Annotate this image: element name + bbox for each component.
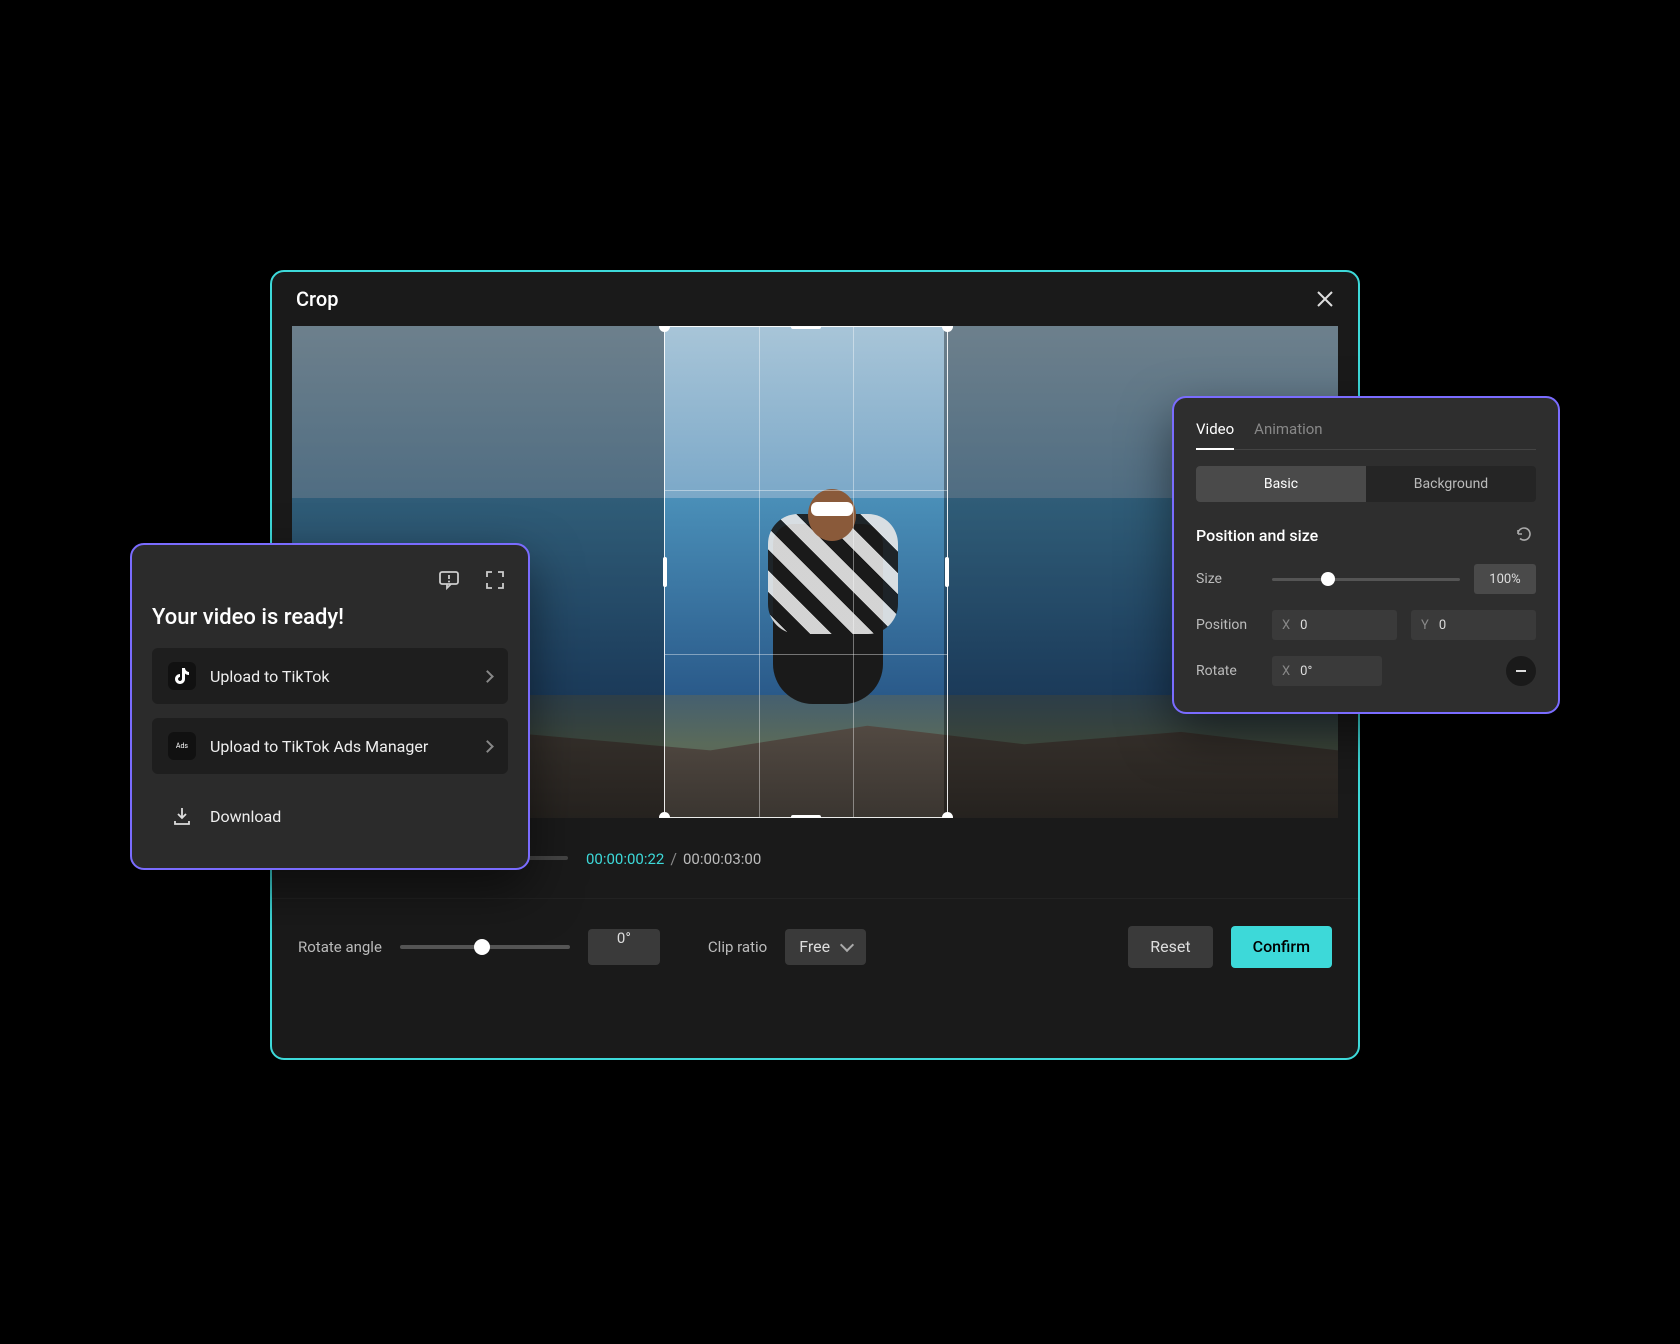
option-label: Download — [210, 807, 492, 826]
crop-edge-top[interactable] — [791, 326, 821, 329]
video-ready-panel: Your video is ready! Upload to TikTok Ad… — [130, 543, 530, 870]
crop-edge-left[interactable] — [663, 557, 667, 587]
upload-tiktok-option[interactable]: Upload to TikTok — [152, 648, 508, 704]
expand-button[interactable] — [482, 567, 508, 593]
chevron-right-icon — [481, 670, 494, 683]
reset-icon — [1514, 524, 1534, 544]
crop-handle-br[interactable] — [942, 812, 953, 818]
axis-label: Y — [1421, 618, 1429, 633]
reset-section-button[interactable] — [1514, 524, 1536, 546]
rotate-value: 0° — [1300, 664, 1312, 679]
crop-handle-tl[interactable] — [659, 326, 670, 332]
chevron-down-icon — [840, 937, 854, 951]
rotate-label: Rotate — [1196, 663, 1258, 679]
confirm-button[interactable]: Confirm — [1231, 926, 1332, 968]
size-value[interactable]: 100% — [1474, 564, 1536, 594]
position-y-field[interactable]: Y 0 — [1411, 610, 1536, 640]
speech-bubble-icon — [438, 569, 460, 591]
close-icon — [1316, 290, 1334, 308]
clip-ratio-select[interactable]: Free — [785, 929, 866, 965]
section-title: Position and size — [1196, 526, 1318, 545]
download-icon — [168, 802, 196, 830]
rotate-angle-value[interactable]: 0° — [588, 929, 660, 965]
crop-title: Crop — [296, 287, 338, 311]
rotate-angle-slider[interactable] — [400, 945, 570, 949]
ready-title: Your video is ready! — [152, 605, 508, 630]
option-label: Upload to TikTok — [210, 667, 469, 686]
reset-button[interactable]: Reset — [1128, 926, 1212, 968]
rotate-dial[interactable] — [1506, 656, 1536, 686]
clip-ratio-value: Free — [799, 937, 830, 956]
rotate-field[interactable]: X 0° — [1272, 656, 1382, 686]
crop-edge-bottom[interactable] — [791, 815, 821, 818]
expand-icon — [484, 569, 506, 591]
position-x-value: 0 — [1300, 618, 1307, 633]
segment-basic[interactable]: Basic — [1196, 466, 1366, 502]
rotate-dial-indicator — [1516, 670, 1526, 672]
download-option[interactable]: Download — [152, 788, 508, 844]
size-slider-thumb[interactable] — [1321, 572, 1335, 586]
chevron-right-icon — [481, 740, 494, 753]
upload-ads-manager-option[interactable]: Ads Upload to TikTok Ads Manager — [152, 718, 508, 774]
time-total: 00:00:03:00 — [683, 850, 761, 868]
segment-background[interactable]: Background — [1366, 466, 1536, 502]
tiktok-icon — [168, 662, 196, 690]
tab-animation[interactable]: Animation — [1254, 420, 1322, 449]
option-label: Upload to TikTok Ads Manager — [210, 737, 469, 756]
ads-manager-icon: Ads — [168, 732, 196, 760]
position-label: Position — [1196, 617, 1258, 633]
close-button[interactable] — [1316, 290, 1334, 308]
size-label: Size — [1196, 571, 1258, 587]
properties-panel: Video Animation Basic Background Positio… — [1172, 396, 1560, 714]
crop-handle-bl[interactable] — [659, 812, 670, 818]
clip-ratio-label: Clip ratio — [708, 938, 767, 956]
time-current: 00:00:00:22 — [586, 850, 664, 868]
axis-label: X — [1282, 618, 1290, 633]
crop-edge-right[interactable] — [945, 557, 949, 587]
position-x-field[interactable]: X 0 — [1272, 610, 1397, 640]
feedback-button[interactable] — [436, 567, 462, 593]
position-y-value: 0 — [1439, 618, 1446, 633]
axis-label: X — [1282, 664, 1290, 679]
size-slider[interactable] — [1272, 578, 1460, 581]
tab-video[interactable]: Video — [1196, 420, 1234, 450]
rotate-angle-label: Rotate angle — [298, 938, 382, 956]
rotate-angle-thumb[interactable] — [474, 939, 490, 955]
